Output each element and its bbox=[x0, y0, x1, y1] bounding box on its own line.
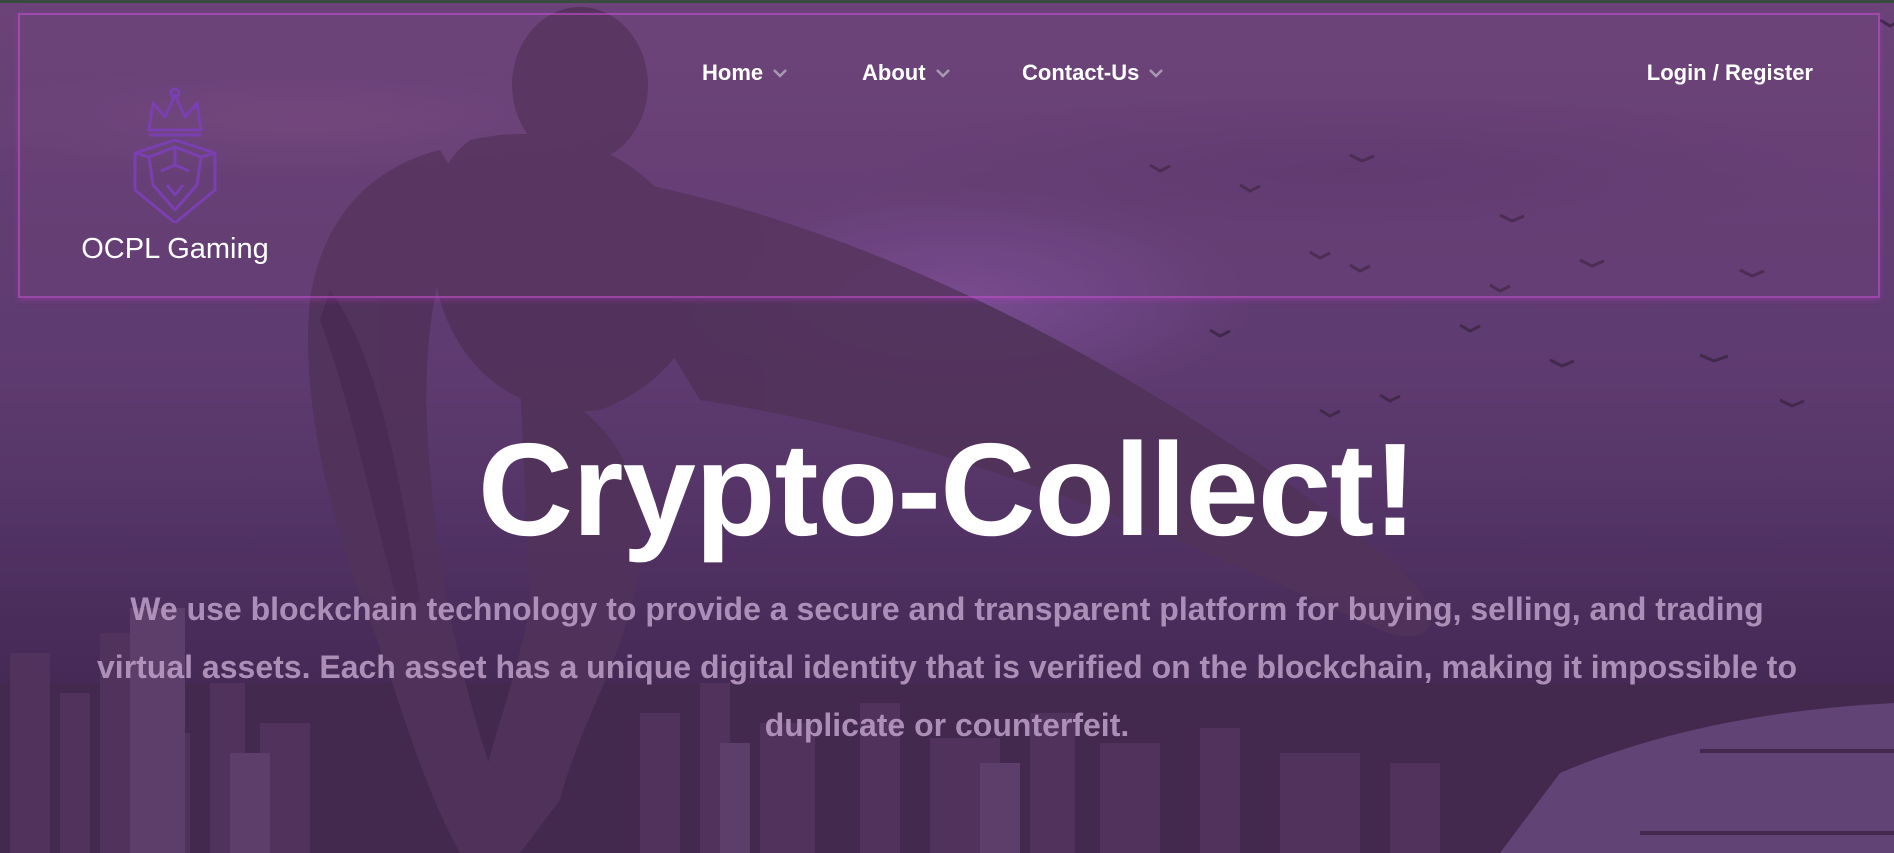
hero-description: We use blockchain technology to provide … bbox=[97, 591, 1797, 743]
nav-item-home[interactable]: Home bbox=[702, 60, 788, 86]
nav-item-label: Contact-Us bbox=[1022, 60, 1140, 85]
nav-item-label: Home bbox=[702, 60, 764, 85]
hero-title: Crypto-Collect! bbox=[477, 416, 1417, 563]
crowned-lion-shield-icon bbox=[133, 87, 217, 223]
nav-item-about[interactable]: About bbox=[862, 60, 950, 86]
chevron-down-icon bbox=[773, 68, 788, 78]
header-panel bbox=[18, 13, 1880, 298]
brand-name: OCPL Gaming bbox=[81, 233, 269, 265]
chevron-down-icon bbox=[935, 68, 950, 78]
nav-item-contact-us[interactable]: Contact-Us bbox=[1022, 60, 1164, 86]
top-border bbox=[0, 0, 1894, 3]
chevron-down-icon bbox=[1149, 68, 1164, 78]
nav-item-label: About bbox=[862, 60, 926, 85]
brand[interactable]: OCPL Gaming bbox=[60, 85, 290, 266]
main-nav: Home About Contact-Us bbox=[0, 60, 1894, 94]
login-register-link[interactable]: Login / Register bbox=[1647, 60, 1813, 86]
